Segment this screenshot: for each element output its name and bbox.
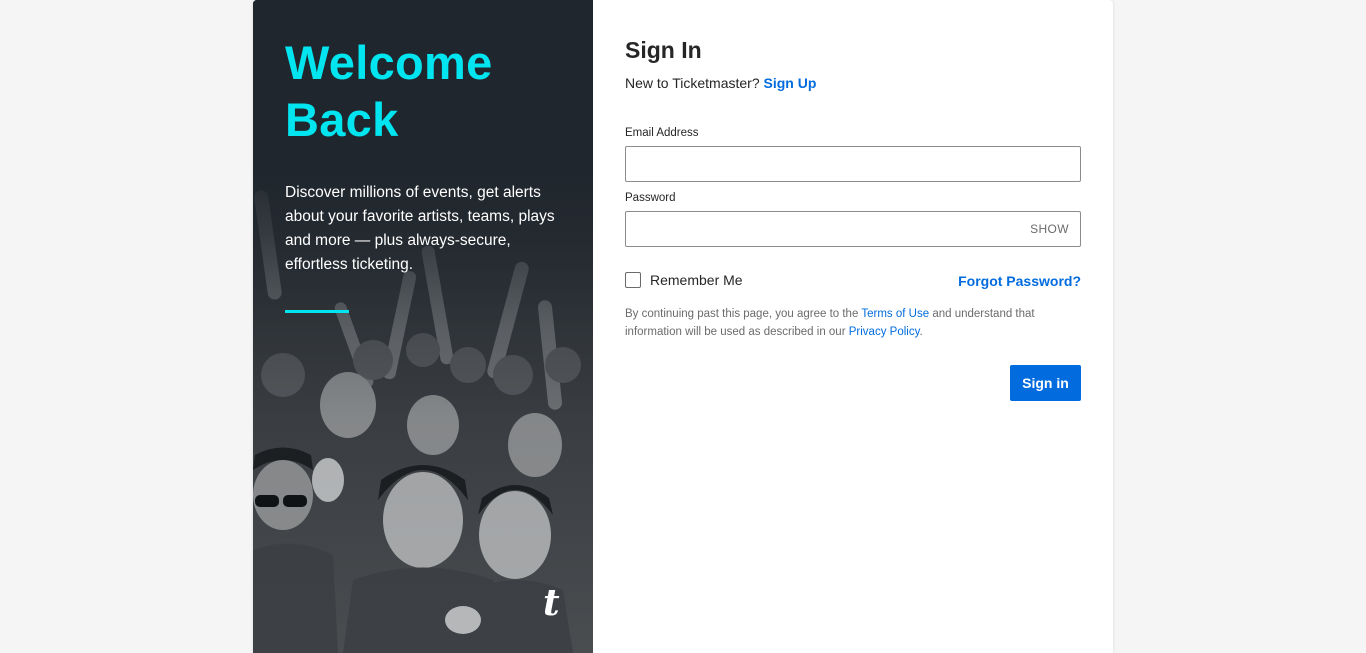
remember-me-checkbox[interactable] — [625, 272, 641, 288]
password-label: Password — [625, 192, 676, 204]
page-title: Sign In — [625, 37, 702, 63]
sign-in-card: Welcome Back Discover millions of events,… — [253, 0, 1113, 653]
remember-me[interactable]: Remember Me — [625, 271, 743, 289]
accent-divider — [285, 310, 349, 313]
welcome-heading-line-1: Welcome — [285, 36, 493, 89]
email-field[interactable] — [626, 147, 1080, 181]
ticketmaster-logo-icon: t — [543, 582, 560, 624]
legal-suffix: . — [919, 326, 923, 338]
signup-prompt: New to Ticketmaster? Sign Up — [625, 74, 816, 92]
remember-me-label: Remember Me — [650, 272, 743, 288]
email-field-wrapper — [625, 146, 1081, 182]
privacy-policy-link[interactable]: Privacy Policy — [849, 326, 920, 338]
email-label: Email Address — [625, 127, 699, 139]
legal-prefix: By continuing past this page, you agree … — [625, 308, 859, 320]
password-field-wrapper: SHOW — [625, 211, 1081, 247]
terms-of-use-link[interactable]: Terms of Use — [861, 308, 929, 320]
welcome-heading: Welcome Back — [285, 34, 565, 148]
legal-notice: By continuing past this page, you agree … — [625, 305, 1081, 341]
welcome-heading-line-2: Back — [285, 93, 399, 146]
hero-panel: Welcome Back Discover millions of events,… — [253, 0, 593, 653]
sign-in-form: Sign In New to Ticketmaster? Sign Up Ema… — [625, 0, 1081, 653]
hero-description: Discover millions of events, get alerts … — [285, 184, 555, 273]
signup-prompt-text: New to Ticketmaster? — [625, 75, 760, 91]
show-password-button[interactable]: SHOW — [1030, 222, 1069, 236]
forgot-password-link[interactable]: Forgot Password? — [958, 272, 1081, 290]
sign-in-button[interactable]: Sign in — [1010, 365, 1081, 401]
sign-up-link[interactable]: Sign Up — [764, 75, 817, 91]
password-field[interactable] — [626, 212, 1080, 246]
